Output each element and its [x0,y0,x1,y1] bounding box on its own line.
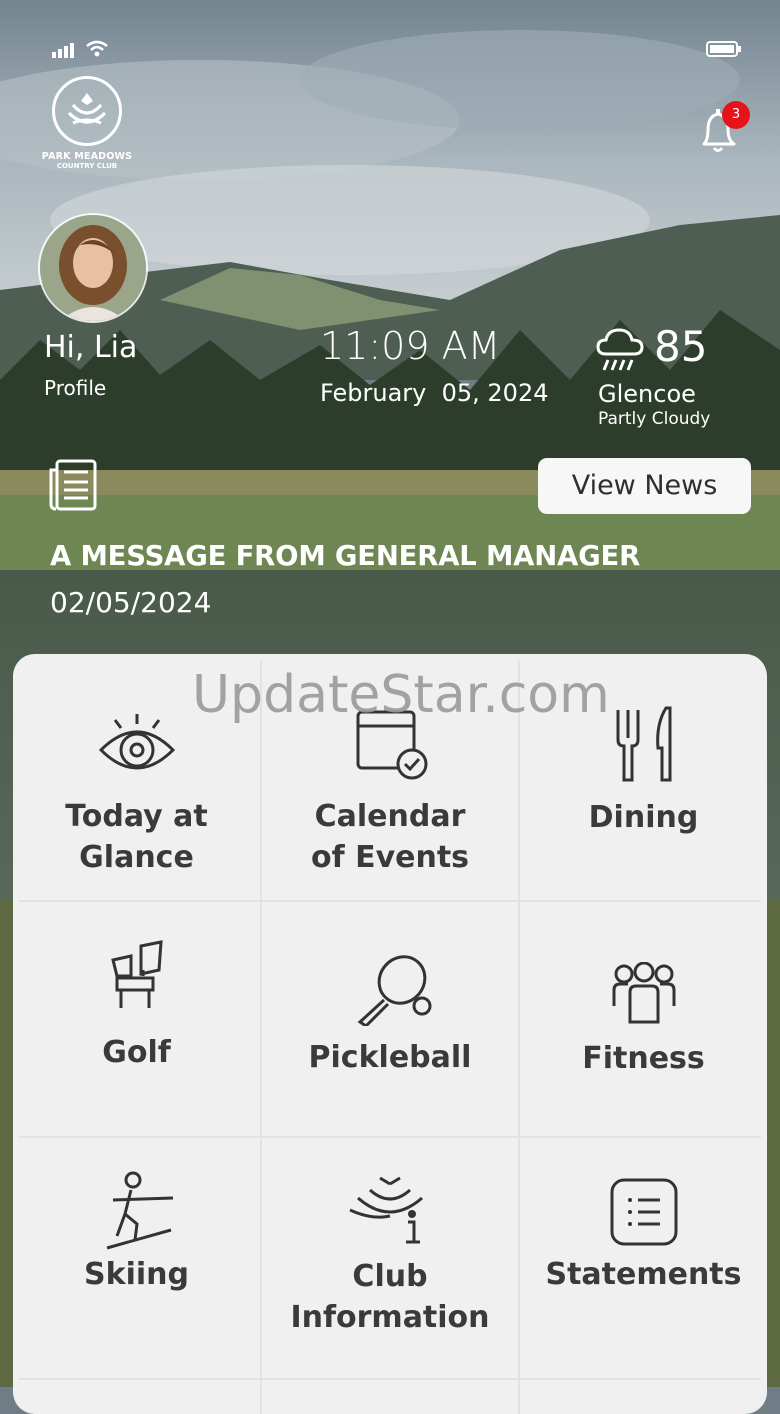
tile-label: Glance [79,840,194,875]
tile-label: Fitness [582,1041,705,1076]
weather-condition: Partly Cloudy [598,409,711,429]
tile-label: Club [352,1259,428,1294]
weather-location: Glencoe [598,380,696,408]
tile-fitness[interactable]: Fitness [520,902,767,1136]
club-emblem-icon [67,93,107,125]
profile-photo [40,215,146,321]
status-bar [0,38,780,62]
tile-label: of Events [310,840,470,875]
view-news-button[interactable]: View News [538,458,751,514]
news-headline[interactable]: A MESSAGE FROM GENERAL MANAGER [50,540,640,572]
tile-label: Pickleball [308,1040,472,1075]
tile-golf[interactable]: Golf [13,902,260,1136]
club-logo: PARK MEADOWS COUNTRY CLUB [40,76,134,176]
tile-label: Calendar [314,799,466,834]
cellular-signal-icon [52,43,74,58]
current-date: February 05, 2024 [320,379,549,407]
club-name-line2: COUNTRY CLUB [56,162,118,170]
club-name-line1: PARK MEADOWS [41,151,133,162]
grid-divider [19,1378,761,1380]
rain-cloud-icon [596,328,644,371]
club-info-icon [349,1176,423,1244]
tile-statements[interactable]: Statements [520,1138,767,1378]
tile-pickleball[interactable]: Pickleball [262,902,518,1136]
news-date: 02/05/2024 [50,586,212,619]
temperature: 85 [654,322,708,371]
tile-skiing[interactable]: Skiing [13,1138,260,1378]
pickleball-paddle-icon [357,955,432,1026]
avatar[interactable] [38,213,148,323]
tile-label: Statements [545,1257,742,1292]
golf-bag-icon [111,940,163,1008]
skier-icon [106,1171,174,1250]
tile-label: Golf [102,1035,171,1070]
battery-icon [706,41,741,57]
tile-club-information[interactable]: Club Information [262,1138,518,1378]
tile-label: Today at [65,799,208,834]
greeting-text: Hi, Lia [44,330,138,365]
profile-link[interactable]: Profile [44,376,106,400]
tile-label: Skiing [84,1257,189,1292]
tile-label: Dining [588,800,699,835]
statement-list-icon [610,1178,678,1246]
menu-grid: Today at Glance Calendar of Events Dinin… [13,654,767,1414]
tile-label: Information [290,1300,490,1335]
wifi-icon [86,40,108,57]
notification-count-badge: 3 [722,101,750,129]
watermark-text: UpdateStar.com [192,665,610,725]
group-people-icon [612,962,676,1024]
current-time: 11:09 AM [320,324,501,368]
newspaper-icon[interactable] [48,458,98,512]
